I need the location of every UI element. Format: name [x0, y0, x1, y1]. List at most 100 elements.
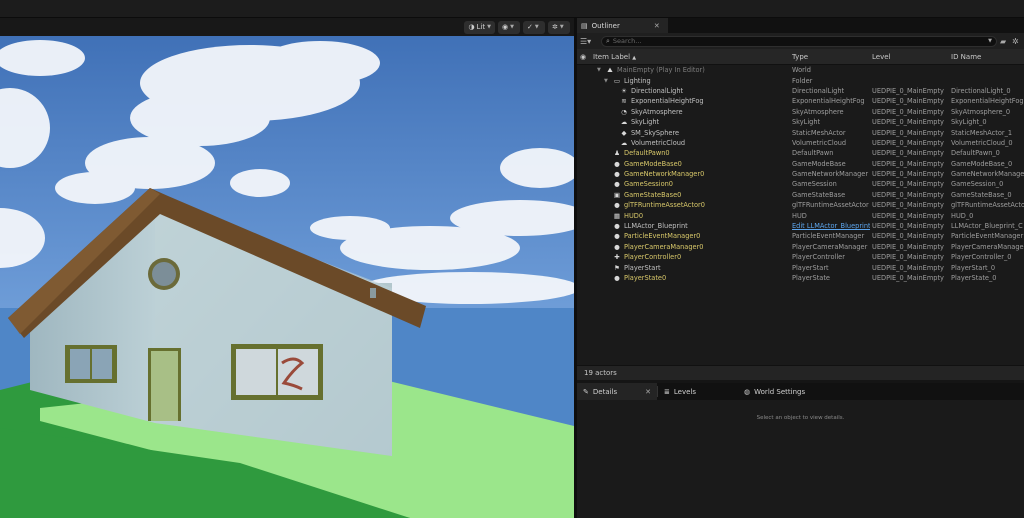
- outliner-row[interactable]: ● PlayerCameraManager0 PlayerCameraManager…: [577, 242, 1024, 252]
- search-input[interactable]: ⌕ Search... ▼: [601, 35, 997, 47]
- item-label: ParticleEventManager0: [624, 232, 701, 241]
- gear-icon[interactable]: ✲: [1012, 37, 1021, 46]
- outliner-row[interactable]: ✚ PlayerController0 PlayerController UEDPIE…: [577, 252, 1024, 262]
- item-label-cell: ▦ HUD0: [589, 212, 790, 220]
- actor-icon: ●: [614, 170, 620, 179]
- item-id-name: GameStateBase_0: [951, 190, 1012, 199]
- chevron-down-icon[interactable]: ▼: [988, 38, 992, 44]
- item-label-cell: ☁ SkyLight: [589, 118, 790, 126]
- player-start-icon: ⚑: [614, 263, 620, 272]
- item-label: PlayerStart: [624, 263, 661, 272]
- item-label: HUD0: [624, 211, 644, 220]
- expand-arrow-icon[interactable]: ▼: [597, 67, 603, 73]
- close-icon[interactable]: ✕: [654, 22, 660, 30]
- item-type: StaticMeshActor: [792, 128, 846, 137]
- item-label-cell: ● PlayerState0: [589, 274, 790, 282]
- visibility-icon[interactable]: ◉: [577, 53, 589, 61]
- item-label-cell: ● glTFRuntimeAssetActor0: [589, 201, 790, 209]
- outliner-row[interactable]: ● PlayerState0 PlayerState UEDPIE_0_MainEmp…: [577, 273, 1024, 283]
- add-folder-icon[interactable]: ▰: [1000, 37, 1009, 46]
- show-flags-button[interactable]: ◉ ▼: [498, 20, 520, 34]
- outliner-row[interactable]: ▼ ⛰ MainEmpty (Play In Editor) World: [577, 65, 1024, 75]
- item-label-cell: ⚑ PlayerStart: [589, 264, 790, 272]
- tab-details[interactable]: ✎ Details ✕: [577, 383, 658, 400]
- column-id-name[interactable]: ID Name: [949, 53, 1024, 61]
- view-mode-button[interactable]: ◑ Lit ▼: [464, 20, 495, 34]
- realtime-button[interactable]: ✓ ▼: [523, 20, 545, 34]
- item-id-name: DefaultPawn_0: [951, 149, 1000, 158]
- item-label-cell: ◔ SkyAtmosphere: [589, 108, 790, 116]
- outliner-row[interactable]: ▣ GameStateBase0 GameStateBase UEDPIE_0_Mai…: [577, 190, 1024, 200]
- item-label-cell: ▼ ▭ Lighting: [589, 77, 790, 85]
- filter-icon[interactable]: ☰▾: [580, 37, 598, 46]
- outliner-column-header: ◉ Item Label ▲ Type Level ID Name: [577, 49, 1024, 65]
- viewport-settings-button[interactable]: ✲ ▼: [548, 20, 570, 34]
- outliner-row[interactable]: ● GameSession0 GameSession UEDPIE_0_MainEmp…: [577, 179, 1024, 189]
- item-level: UEDPIE_0_MainEmpty: [872, 190, 944, 199]
- item-id-name: LLMActor_Blueprint_C: [951, 222, 1023, 231]
- actor-icon: ●: [614, 222, 620, 231]
- item-label: GameSession0: [624, 180, 673, 189]
- details-tab-row: ✎ Details ✕ ≣ Levels ◍ World Settings: [577, 383, 1024, 400]
- level-viewport[interactable]: ◑ Lit ▼ ◉ ▼ ✓ ▼ ✲ ▼: [0, 18, 574, 518]
- item-id-name: SkyLight_0: [951, 118, 987, 127]
- outliner-row[interactable]: ▼ ▭ Lighting Folder: [577, 75, 1024, 85]
- item-label: DefaultPawn0: [624, 149, 670, 158]
- outliner-row[interactable]: ☁ SkyLight SkyLight UEDPIE_0_MainEmpty SkyLi…: [577, 117, 1024, 127]
- outliner-row[interactable]: ♟ DefaultPawn0 DefaultPawn UEDPIE_0_MainEmp…: [577, 148, 1024, 158]
- item-label: SkyLight: [631, 118, 660, 127]
- column-type[interactable]: Type: [790, 53, 870, 61]
- outliner-row[interactable]: ▦ HUD0 HUD UEDPIE_0_MainEmpty HUD_0: [577, 210, 1024, 220]
- item-level: UEDPIE_0_MainEmpty: [872, 222, 944, 231]
- item-label-cell: ☁ VolumetricCloud: [589, 139, 790, 147]
- item-id-name: glTFRuntimeAssetActor: [951, 201, 1024, 210]
- controller-icon: ✚: [614, 253, 620, 262]
- close-icon[interactable]: ✕: [645, 388, 651, 396]
- column-level[interactable]: Level: [870, 53, 949, 61]
- item-id-name: ParticleEventManager: [951, 232, 1024, 241]
- item-id-name: HUD_0: [951, 211, 974, 220]
- expand-arrow-icon[interactable]: ▼: [604, 78, 610, 84]
- item-label-cell: ✚ PlayerController0: [589, 253, 790, 261]
- item-level: UEDPIE_0_MainEmpty: [872, 242, 944, 251]
- outliner-row[interactable]: ● glTFRuntimeAssetActor0 glTFRuntimeAssetA…: [577, 200, 1024, 210]
- column-item-label[interactable]: Item Label ▲: [589, 53, 790, 61]
- item-level: UEDPIE_0_MainEmpty: [872, 253, 944, 262]
- tab-levels[interactable]: ≣ Levels: [658, 383, 702, 400]
- item-type: SkyLight: [792, 118, 821, 127]
- tab-outliner[interactable]: ▤ Outliner ✕: [577, 18, 668, 33]
- actor-count-status: 19 actors: [577, 365, 1024, 380]
- gear-icon: ✲: [552, 23, 558, 31]
- outliner-row[interactable]: ● ParticleEventManager0 ParticleEventManag…: [577, 231, 1024, 241]
- item-id-name: GameModeBase_0: [951, 159, 1013, 168]
- chevron-down-icon: ▼: [559, 24, 564, 30]
- outliner-row[interactable]: ● GameModeBase0 GameModeBase UEDPIE_0_MainE…: [577, 159, 1024, 169]
- item-type: Folder: [792, 76, 813, 85]
- outliner-row[interactable]: ● GameNetworkManager0 GameNetworkManager UE…: [577, 169, 1024, 179]
- item-type: HUD: [792, 211, 807, 220]
- outliner-row[interactable]: ● LLMActor_Blueprint Edit LLMActor_Bluepri…: [577, 221, 1024, 231]
- edit-blueprint-link[interactable]: Edit LLMActor_Blueprint: [790, 222, 870, 230]
- chevron-down-icon: ▼: [510, 24, 514, 30]
- outliner-row[interactable]: ☁ VolumetricCloud VolumetricCloud UEDPIE_0_…: [577, 138, 1024, 148]
- item-label: GameNetworkManager0: [624, 170, 705, 179]
- actor-icon: ●: [614, 242, 620, 251]
- item-label: GameModeBase0: [624, 159, 682, 168]
- item-type: ParticleEventManager: [792, 232, 865, 241]
- item-type: GameSession: [792, 180, 837, 189]
- outliner-row[interactable]: ☀ DirectionalLight DirectionalLight UEDPIE_…: [577, 86, 1024, 96]
- item-type: PlayerState: [792, 274, 830, 282]
- outliner-row[interactable]: ⚑ PlayerStart PlayerStart UEDPIE_0_MainEmpt…: [577, 262, 1024, 272]
- outliner-search-row: ☰▾ ⌕ Search... ▼ ▰ ✲: [577, 33, 1024, 49]
- world-icon: ⛰: [607, 66, 613, 75]
- item-label-cell: ● GameModeBase0: [589, 160, 790, 168]
- outliner-row[interactable]: ◔ SkyAtmosphere SkyAtmosphere UEDPIE_0_Main…: [577, 107, 1024, 117]
- item-type: GameStateBase: [792, 190, 846, 199]
- item-type: PlayerController: [792, 253, 845, 262]
- tab-world-settings[interactable]: ◍ World Settings: [738, 383, 811, 400]
- scene-render: [0, 18, 574, 518]
- outliner-row[interactable]: ≋ ExponentialHeightFog ExponentialHeightFo…: [577, 96, 1024, 106]
- outliner-row[interactable]: ◆ SM_SkySphere StaticMeshActor UEDPIE_0_Mai…: [577, 127, 1024, 137]
- item-type: GameNetworkManager: [792, 170, 869, 179]
- actor-icon: ●: [614, 159, 620, 168]
